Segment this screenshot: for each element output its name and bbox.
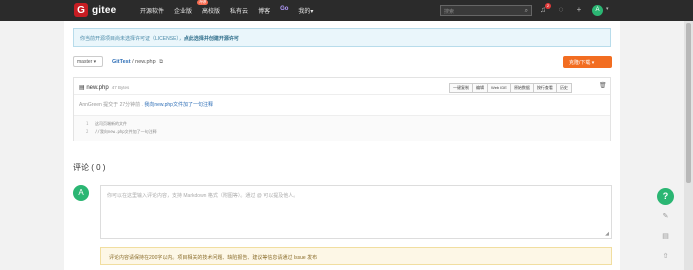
- nav-enterprise[interactable]: 企业版 特惠: [174, 0, 209, 15]
- search-input[interactable]: 搜索 ⌕: [440, 5, 532, 16]
- breadcrumb-file: new.php: [135, 59, 156, 65]
- breadcrumb: GitTest / new.php ⧉: [112, 59, 163, 66]
- file-name: new.php: [86, 85, 109, 91]
- file-header: ▤ new.php 47 Bytes 一键复制 编辑 Web IDE 原始数据 按…: [74, 78, 610, 95]
- comment-placeholder: 你可以在这里输入评论内容，支持 Markdown 格式（附图等）。通过 @ 可以…: [107, 193, 299, 199]
- user-avatar[interactable]: A: [592, 5, 603, 16]
- nav-mine[interactable]: 我的▾: [298, 6, 313, 15]
- line-number: 2: [86, 129, 89, 134]
- create-license-link[interactable]: 点此选择并创建开源许可: [184, 36, 239, 42]
- history-button[interactable]: 历史: [555, 83, 572, 93]
- top-navbar: G gitee 开源软件 企业版 特惠 高校版 私有云 博客 Go 我的▾ 搜索 …: [0, 0, 693, 21]
- comment-input[interactable]: 你可以在这里输入评论内容，支持 Markdown 格式（附图等）。通过 @ 可以…: [100, 185, 612, 239]
- nav-private-cloud[interactable]: 私有云: [230, 6, 248, 15]
- nav-enterprise-label: 企业版: [174, 9, 193, 15]
- license-notice: 你当前开源项目尚未选择许可证（LICENSE），点此选择并创建开源许可: [73, 28, 611, 47]
- gitee-logo-icon: G: [74, 3, 88, 17]
- commit-info: AnnGreen 提交于 27分钟前 . 我向new.php文件加了一句注释: [79, 101, 213, 108]
- resize-handle-icon[interactable]: ◢: [605, 231, 609, 237]
- document-icon[interactable]: ▤: [660, 231, 671, 242]
- code-block: 1 这司页端新的文件 2 //我向new.php文件加了一句注释: [74, 115, 610, 141]
- file-viewer: ▤ new.php 47 Bytes 一键复制 编辑 Web IDE 原始数据 按…: [73, 77, 611, 141]
- main-nav: 开源软件 企业版 特惠 高校版 私有云 博客 Go 我的▾: [140, 0, 313, 15]
- web-ide-button[interactable]: Web IDE: [487, 83, 511, 93]
- copy-path-icon[interactable]: ⧉: [159, 59, 163, 66]
- code-line: 2 //我向new.php文件加了一句注释: [86, 129, 157, 135]
- edit-button[interactable]: 编辑: [472, 83, 488, 93]
- gitee-logo[interactable]: G gitee: [74, 3, 116, 17]
- line-number: 1: [86, 121, 89, 126]
- code-text: //我向new.php文件加了一句注释: [95, 129, 157, 134]
- notification-badge: 2: [545, 3, 551, 9]
- trash-icon[interactable]: 🗑: [599, 82, 607, 89]
- copy-button[interactable]: 一键复制: [449, 83, 473, 93]
- code-line: 1 这司页端新的文件: [86, 121, 127, 127]
- breadcrumb-separator: /: [132, 59, 134, 65]
- comments-title: 评论 ( 0 ): [73, 163, 106, 172]
- hot-badge: 特惠: [197, 0, 209, 5]
- clone-download-button[interactable]: 克隆/下载 ▾: [563, 56, 612, 68]
- file-size: 47 Bytes: [111, 85, 130, 90]
- commit-message-link[interactable]: 我向new.php文件加了一句注释: [144, 102, 213, 108]
- edit-icon[interactable]: ✎: [660, 211, 671, 222]
- nav-university[interactable]: 高校版: [202, 6, 220, 15]
- branch-select[interactable]: master ▾: [73, 56, 103, 67]
- nav-blog[interactable]: 博客: [258, 6, 270, 15]
- plus-icon[interactable]: +: [574, 5, 584, 15]
- search-icon[interactable]: ⌕: [525, 8, 528, 15]
- location-icon[interactable]: ◌: [556, 5, 566, 15]
- nav-opensource[interactable]: 开源软件: [140, 6, 164, 15]
- file-action-group: 一键复制 编辑 Web IDE 原始数据 按行查看 历史: [449, 83, 572, 93]
- raw-button[interactable]: 原始数据: [509, 83, 534, 93]
- commit-author-time: AnnGreen 提交于 27分钟前 .: [79, 102, 143, 108]
- chevron-down-icon[interactable]: ▾: [606, 6, 609, 12]
- arrow-up-icon[interactable]: ⇧: [660, 251, 671, 262]
- avatar: A: [73, 185, 89, 201]
- scrollbar-thumb[interactable]: [686, 23, 691, 183]
- help-button[interactable]: ?: [657, 188, 674, 205]
- license-notice-text: 你当前开源项目尚未选择许可证（LICENSE），: [80, 36, 184, 42]
- search-placeholder: 搜索: [444, 9, 455, 15]
- comment-notice: 评论内容请保持在200字以内。项目相关的技术问题、缺陷报告、建议等信息请通过 I…: [100, 247, 612, 265]
- file-title: ▤ new.php 47 Bytes: [79, 84, 129, 91]
- code-text: 这司页端新的文件: [95, 121, 127, 126]
- blame-button[interactable]: 按行查看: [532, 83, 557, 93]
- nav-go[interactable]: Go: [280, 6, 288, 15]
- file-icon: ▤: [79, 85, 85, 91]
- brand-name: gitee: [92, 4, 117, 16]
- breadcrumb-repo[interactable]: GitTest: [112, 59, 131, 65]
